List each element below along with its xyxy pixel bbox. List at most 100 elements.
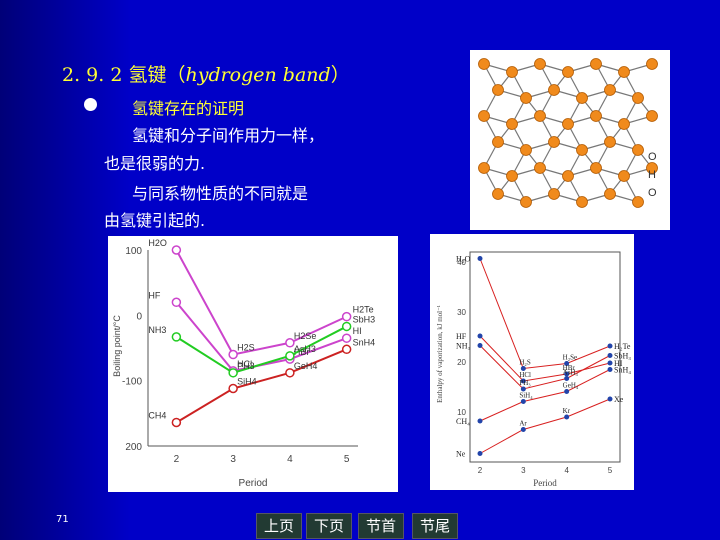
ice-legend-label: O (648, 151, 657, 163)
body-line: 与同系物性质的不同就是 (132, 184, 309, 203)
ice-oxygen-atom (604, 188, 616, 200)
y-tick-label: 0 (136, 311, 142, 322)
data-label: Ne (456, 450, 466, 459)
data-label: NH₃ (456, 342, 471, 351)
ice-oxygen-atom (646, 110, 658, 122)
x-tick-label: 3 (521, 466, 526, 475)
y-tick-label: 200 (125, 442, 142, 453)
data-point (477, 343, 483, 348)
data-label: GeH4 (294, 361, 318, 371)
ice-oxygen-atom (506, 66, 518, 78)
ice-oxygen-atom (506, 170, 518, 182)
data-point (285, 368, 295, 378)
y-tick-label: 10 (457, 408, 466, 417)
bullet-icon (84, 98, 97, 111)
ice-caption: The structure of ice (493, 216, 624, 231)
ice-oxygen-atom (632, 92, 644, 104)
x-tick-label: 5 (608, 466, 613, 475)
x-tick-label: 3 (230, 454, 236, 465)
ice-oxygen-atom (632, 196, 644, 208)
data-label: HCl (519, 371, 531, 379)
x-tick-label: 5 (344, 454, 350, 465)
data-point (607, 367, 613, 372)
data-label: H2O (148, 238, 167, 248)
ice-oxygen-atom (562, 66, 574, 78)
data-point (564, 414, 570, 420)
plot-frame (469, 251, 621, 463)
data-point (341, 321, 352, 332)
data-label: SbH₃ (614, 352, 631, 361)
data-point (520, 427, 526, 432)
ice-oxygen-atom (478, 110, 490, 122)
ice-oxygen-atom (478, 162, 490, 174)
series-line (479, 345, 611, 390)
data-label: SiH₄ (519, 392, 533, 400)
ice-oxygen-atom (492, 84, 504, 96)
data-label: Xe (614, 395, 624, 404)
series-line (175, 348, 348, 424)
data-label: CH4 (148, 410, 166, 420)
ice-oxygen-atom (576, 196, 588, 208)
section-start-button[interactable]: 节首 (358, 513, 404, 539)
data-label: HF (148, 290, 160, 300)
next-page-button[interactable]: 下页 (306, 513, 352, 539)
data-point (341, 333, 352, 343)
ice-oxygen-atom (548, 84, 560, 96)
section-end-button[interactable]: 节尾 (412, 513, 458, 539)
enthalpy-chart: 10 20 30 40 2 3 4 5 Period Enthalpy of vaporizati… (430, 234, 634, 490)
data-label: HF (456, 332, 467, 341)
data-label: PH₃ (519, 379, 531, 387)
ice-oxygen-atom (520, 92, 532, 104)
ice-oxygen-atom (520, 144, 532, 156)
data-point (607, 360, 613, 366)
y-tick-label: -100 (122, 377, 142, 388)
data-point (477, 451, 483, 456)
ice-lattice: OHO (478, 58, 658, 208)
enthalpy-plot: 102030402 3 4 5PeriodEnthalpy of vaporizati… (436, 251, 631, 488)
ice-oxygen-atom (534, 110, 546, 122)
series-line (479, 335, 611, 382)
ice-oxygen-atom (548, 136, 560, 148)
ice-oxygen-atom (548, 188, 560, 200)
page-number: 71 (56, 514, 69, 525)
y-tick-label: 100 (125, 246, 142, 257)
ice-oxygen-atom (562, 170, 574, 182)
ice-oxygen-atom (590, 162, 602, 174)
data-label: H2S (237, 343, 255, 353)
ice-oxygen-atom (520, 196, 532, 208)
prev-page-button[interactable]: 上页 (256, 513, 302, 539)
data-point (171, 245, 182, 255)
data-label: PH3 (237, 361, 255, 371)
x-tick-label: 2 (478, 466, 483, 475)
data-label: H₂O (456, 255, 471, 264)
y-axis-label: Enthalpy of vaporization, kJ mol⁻¹ (436, 305, 444, 403)
data-point (477, 418, 483, 424)
data-label: Ar (519, 420, 527, 428)
bullet-heading: 氢键存在的证明 (132, 99, 245, 118)
data-point (341, 311, 352, 322)
data-label: H2Te (353, 305, 374, 315)
ice-oxygen-atom (576, 92, 588, 104)
ice-oxygen-atom (604, 136, 616, 148)
ice-oxygen-atom (492, 188, 504, 200)
ice-oxygen-atom (478, 58, 490, 70)
data-point (171, 297, 182, 308)
data-point (607, 353, 613, 358)
ice-oxygen-atom (590, 58, 602, 70)
data-point (477, 256, 483, 261)
ice-oxygen-atom (632, 144, 644, 156)
data-label: SnH₄ (614, 366, 631, 375)
body-line: 氢键和分子间作用力一样， (132, 126, 325, 145)
ice-oxygen-atom (618, 170, 630, 182)
ice-oxygen-atom (646, 58, 658, 70)
x-axis-label: Period (533, 478, 557, 488)
series-line (479, 398, 611, 454)
data-label: NH3 (148, 325, 166, 335)
data-label: HI (353, 326, 362, 336)
data-point (520, 399, 526, 404)
data-label: AsH3 (294, 344, 316, 354)
series-line (479, 258, 611, 370)
ice-legend-label: H (648, 169, 656, 181)
data-point (285, 338, 295, 348)
data-label: H₂S (519, 359, 530, 367)
